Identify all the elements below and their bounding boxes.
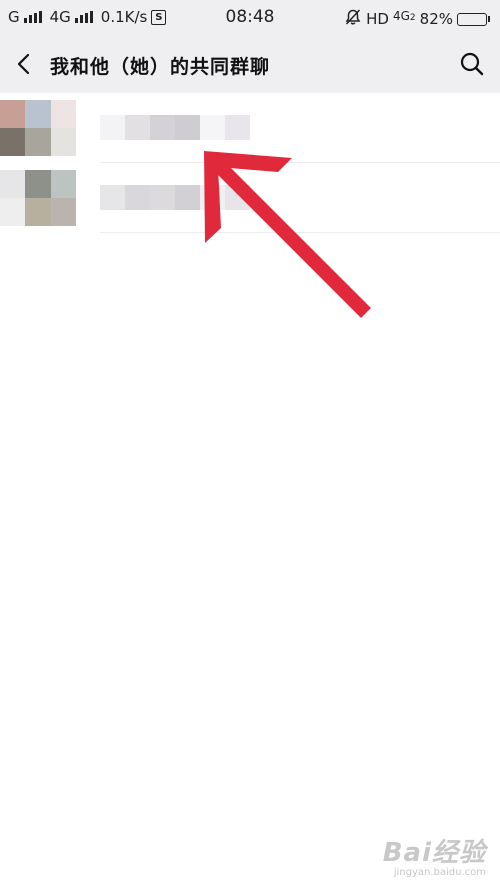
status-bar: G 4G 0.1K/s S 08:48 HD 4G2 82% <box>0 0 500 36</box>
group-list <box>0 93 500 233</box>
back-button[interactable] <box>8 48 40 80</box>
search-button[interactable] <box>456 48 488 80</box>
search-icon <box>456 52 488 84</box>
battery-percent: 82% <box>419 10 453 28</box>
hd-label: HD <box>366 10 389 28</box>
group-item[interactable] <box>0 93 500 163</box>
content-area <box>0 93 500 889</box>
chevron-left-icon <box>8 48 40 80</box>
group-avatar <box>0 170 76 226</box>
row-divider <box>100 232 500 233</box>
mute-bell-icon <box>344 8 362 30</box>
network-type: 4G2 <box>393 9 416 23</box>
watermark-brand-text: Bai经验 <box>382 838 486 868</box>
group-name-pixelated <box>100 115 250 140</box>
battery-icon <box>457 12 490 26</box>
baidu-watermark: Bai经验 jingyan.baidu.com <box>383 839 486 879</box>
watermark-brand: Bai经验 <box>383 839 486 867</box>
status-right: HD 4G2 82% <box>344 8 490 30</box>
group-item[interactable] <box>0 163 500 233</box>
page-title: 我和他（她）的共同群聊 <box>50 56 271 78</box>
watermark-url: jingyan.baidu.com <box>393 867 486 878</box>
network-type-label: 4G <box>392 9 410 23</box>
nav-bar: 我和他（她）的共同群聊 <box>0 36 500 93</box>
group-avatar <box>0 100 76 156</box>
group-name-pixelated <box>100 185 250 210</box>
network-sub-label: 2 <box>409 13 416 23</box>
